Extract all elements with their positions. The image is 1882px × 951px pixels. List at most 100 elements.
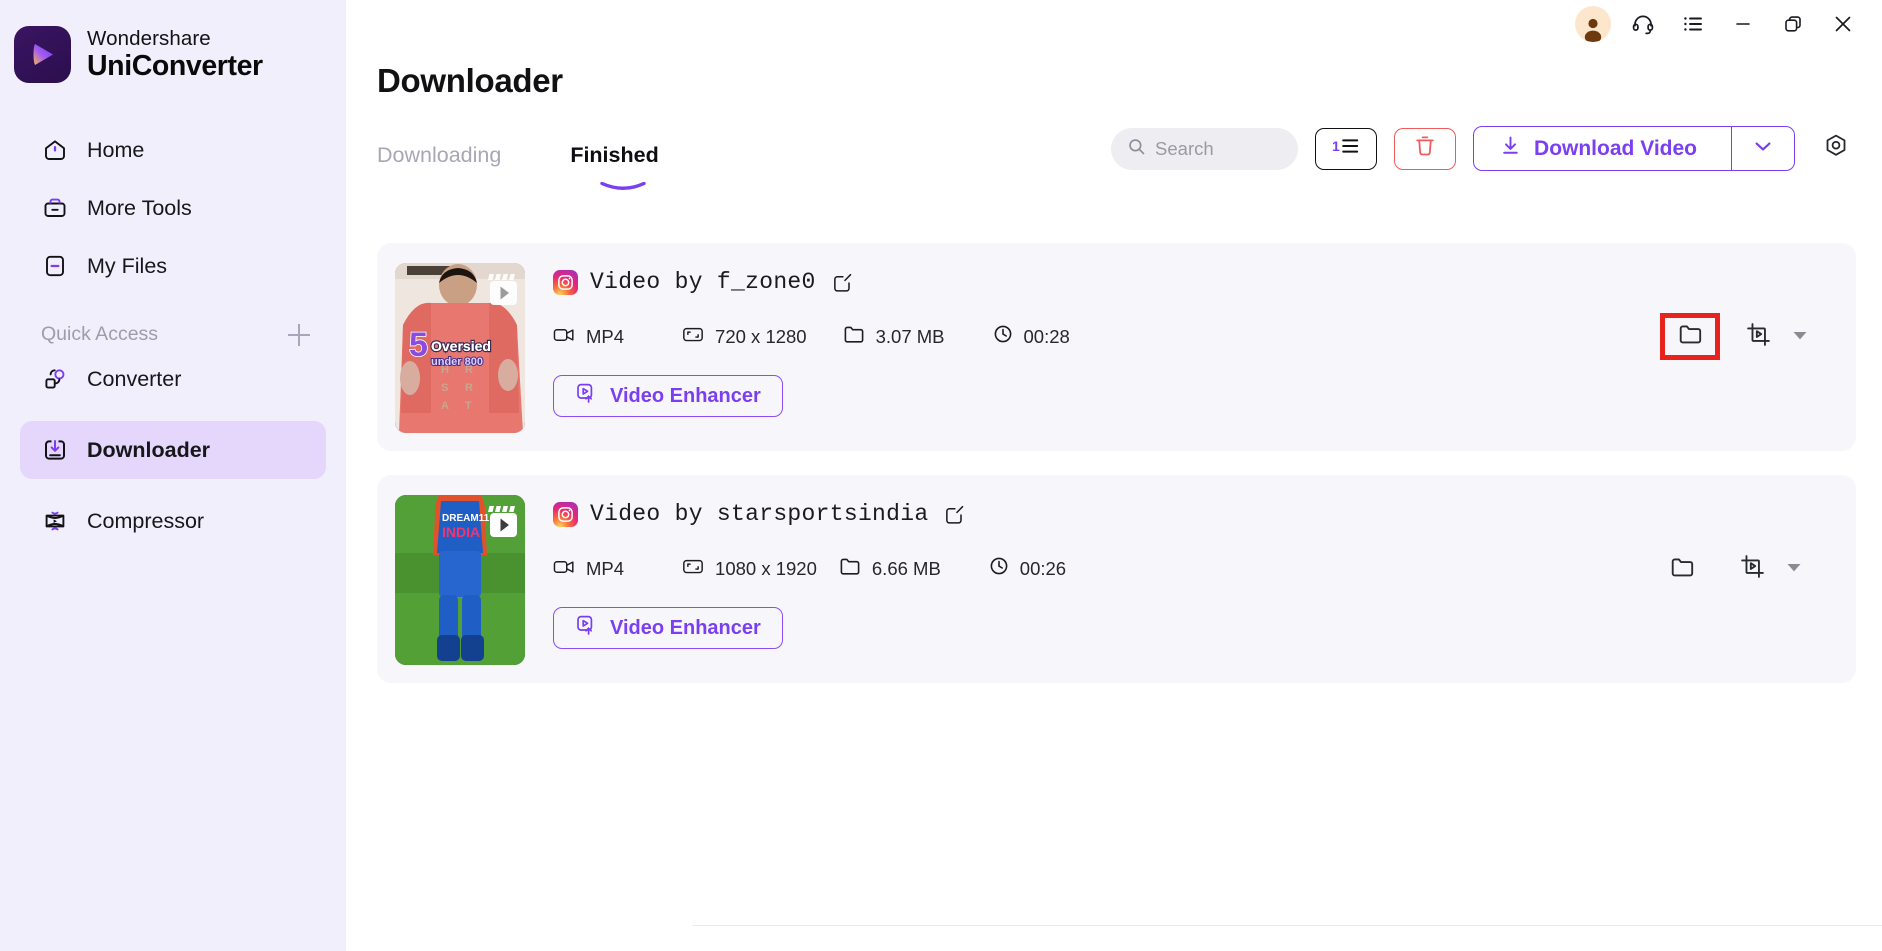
- sidebar-item-my-files[interactable]: My Files: [20, 237, 326, 295]
- converter-icon: [41, 366, 68, 393]
- resolution-icon: [682, 558, 704, 580]
- download-arrow-icon: [1500, 135, 1521, 162]
- downloader-tabs: Downloading Finished: [377, 143, 675, 168]
- caret-down-icon: [1792, 328, 1808, 346]
- restore-window-icon[interactable]: [1768, 2, 1818, 46]
- toolbox-icon: [41, 195, 68, 222]
- delete-button[interactable]: [1394, 128, 1456, 170]
- video-thumbnail[interactable]: DREAM11 INDIA: [395, 495, 525, 665]
- app-window: Wondershare UniConverter Home: [0, 0, 1882, 951]
- video-enhance-icon: [575, 614, 597, 642]
- open-folder-button[interactable]: [1660, 313, 1720, 360]
- svg-text:1: 1: [1332, 138, 1340, 154]
- instagram-icon: [553, 270, 578, 295]
- downloader-icon: [41, 437, 68, 464]
- tab-downloading[interactable]: Downloading: [377, 143, 517, 168]
- search-input[interactable]: [1155, 138, 1275, 160]
- download-video-button[interactable]: Download Video: [1474, 127, 1732, 170]
- edit-pencil-icon[interactable]: [832, 272, 853, 293]
- instagram-reel-icon: [487, 271, 520, 307]
- download-card[interactable]: DREAM11 INDIA: [377, 475, 1856, 683]
- download-options-caret[interactable]: [1732, 127, 1794, 170]
- quick-access-header: Quick Access: [41, 323, 310, 346]
- card-title: Video by f_zone0: [590, 269, 816, 295]
- files-icon: [41, 253, 68, 280]
- brand-name-bottom: UniConverter: [87, 51, 263, 81]
- video-camera-icon: [553, 326, 575, 348]
- meta-format-value: MP4: [586, 326, 624, 348]
- convert-button[interactable]: [1734, 315, 1782, 359]
- meta-size: 6.66 MB: [839, 557, 941, 580]
- convert-video-icon: [1745, 321, 1772, 353]
- main-content: Downloader Downloading Finished: [346, 0, 1882, 951]
- video-enhancer-button[interactable]: Video Enhancer: [553, 375, 783, 417]
- sidebar-item-more-tools[interactable]: More Tools: [20, 179, 326, 237]
- meta-size-value: 6.66 MB: [872, 558, 941, 580]
- meta-format: MP4: [553, 558, 624, 580]
- downloads-list: 5 Oversied Oversied under 800 HR SR AT: [377, 243, 1856, 707]
- svg-text:INDIA: INDIA: [442, 524, 480, 540]
- meta-duration-value: 00:26: [1020, 558, 1066, 580]
- window-titlebar: [1568, 0, 1882, 48]
- sidebar-item-downloader[interactable]: Downloader: [20, 421, 326, 479]
- meta-format-value: MP4: [586, 558, 624, 580]
- page-title: Downloader: [377, 62, 563, 100]
- edit-pencil-icon[interactable]: [944, 504, 965, 525]
- svg-text:S: S: [441, 382, 448, 394]
- open-folder-button[interactable]: [1658, 547, 1706, 591]
- card-options-caret[interactable]: [1776, 547, 1812, 591]
- sort-button[interactable]: 1: [1315, 128, 1377, 170]
- quick-access-label: Quick Access: [41, 323, 158, 346]
- sidebar-item-label: Home: [87, 138, 144, 163]
- svg-text:under 800: under 800: [431, 356, 483, 368]
- downloader-toolbar: 1: [1111, 126, 1856, 171]
- card-options-caret[interactable]: [1782, 315, 1818, 359]
- sidebar-item-compressor[interactable]: Compressor: [20, 492, 326, 550]
- download-video-group: Download Video: [1473, 126, 1795, 171]
- close-icon[interactable]: [1818, 2, 1868, 46]
- download-card[interactable]: 5 Oversied Oversied under 800 HR SR AT: [377, 243, 1856, 451]
- clock-icon: [989, 556, 1009, 581]
- sidebar-item-converter[interactable]: Converter: [20, 350, 326, 408]
- search-box[interactable]: [1111, 128, 1298, 170]
- meta-size-value: 3.07 MB: [876, 326, 945, 348]
- svg-text:DREAM11: DREAM11: [442, 513, 490, 524]
- home-icon: [41, 137, 68, 164]
- folder-open-icon: [1678, 323, 1703, 350]
- sort-list-icon: 1: [1332, 135, 1360, 162]
- instagram-icon: [553, 502, 578, 527]
- video-enhancer-button[interactable]: Video Enhancer: [553, 607, 783, 649]
- settings-button[interactable]: [1816, 129, 1856, 169]
- caret-down-icon: [1786, 560, 1802, 578]
- meta-duration: 00:26: [989, 556, 1066, 581]
- video-thumbnail[interactable]: 5 Oversied Oversied under 800 HR SR AT: [395, 263, 525, 433]
- list-menu-icon[interactable]: [1668, 2, 1718, 46]
- resolution-icon: [682, 326, 704, 348]
- meta-duration-value: 00:28: [1024, 326, 1070, 348]
- svg-text:T: T: [465, 400, 472, 412]
- svg-text:5: 5: [409, 326, 428, 364]
- sidebar: Wondershare UniConverter Home: [0, 0, 346, 951]
- active-tab-underline: [600, 173, 646, 183]
- sidebar-nav: Home More Tools: [0, 121, 346, 550]
- sidebar-item-home[interactable]: Home: [20, 121, 326, 179]
- compressor-icon: [41, 508, 68, 535]
- trash-icon: [1414, 134, 1436, 163]
- minimize-icon[interactable]: [1718, 2, 1768, 46]
- sidebar-item-label: Converter: [87, 367, 181, 392]
- headset-icon[interactable]: [1618, 2, 1668, 46]
- card-title-row: Video by starsportsindia: [553, 501, 1856, 527]
- tab-finished[interactable]: Finished: [570, 143, 674, 168]
- card-actions: [1658, 547, 1812, 591]
- card-title-row: Video by f_zone0: [553, 269, 1856, 295]
- convert-video-icon: [1739, 553, 1766, 585]
- card-title: Video by starsportsindia: [590, 501, 928, 527]
- folder-open-icon: [1670, 556, 1695, 583]
- brand-name-top: Wondershare: [87, 28, 263, 50]
- meta-resolution: 720 x 1280: [682, 326, 807, 348]
- account-avatar-icon[interactable]: [1568, 2, 1618, 46]
- sidebar-item-label: More Tools: [87, 196, 192, 221]
- convert-button[interactable]: [1728, 547, 1776, 591]
- meta-resolution-value: 720 x 1280: [715, 326, 807, 348]
- plus-icon[interactable]: [288, 324, 310, 346]
